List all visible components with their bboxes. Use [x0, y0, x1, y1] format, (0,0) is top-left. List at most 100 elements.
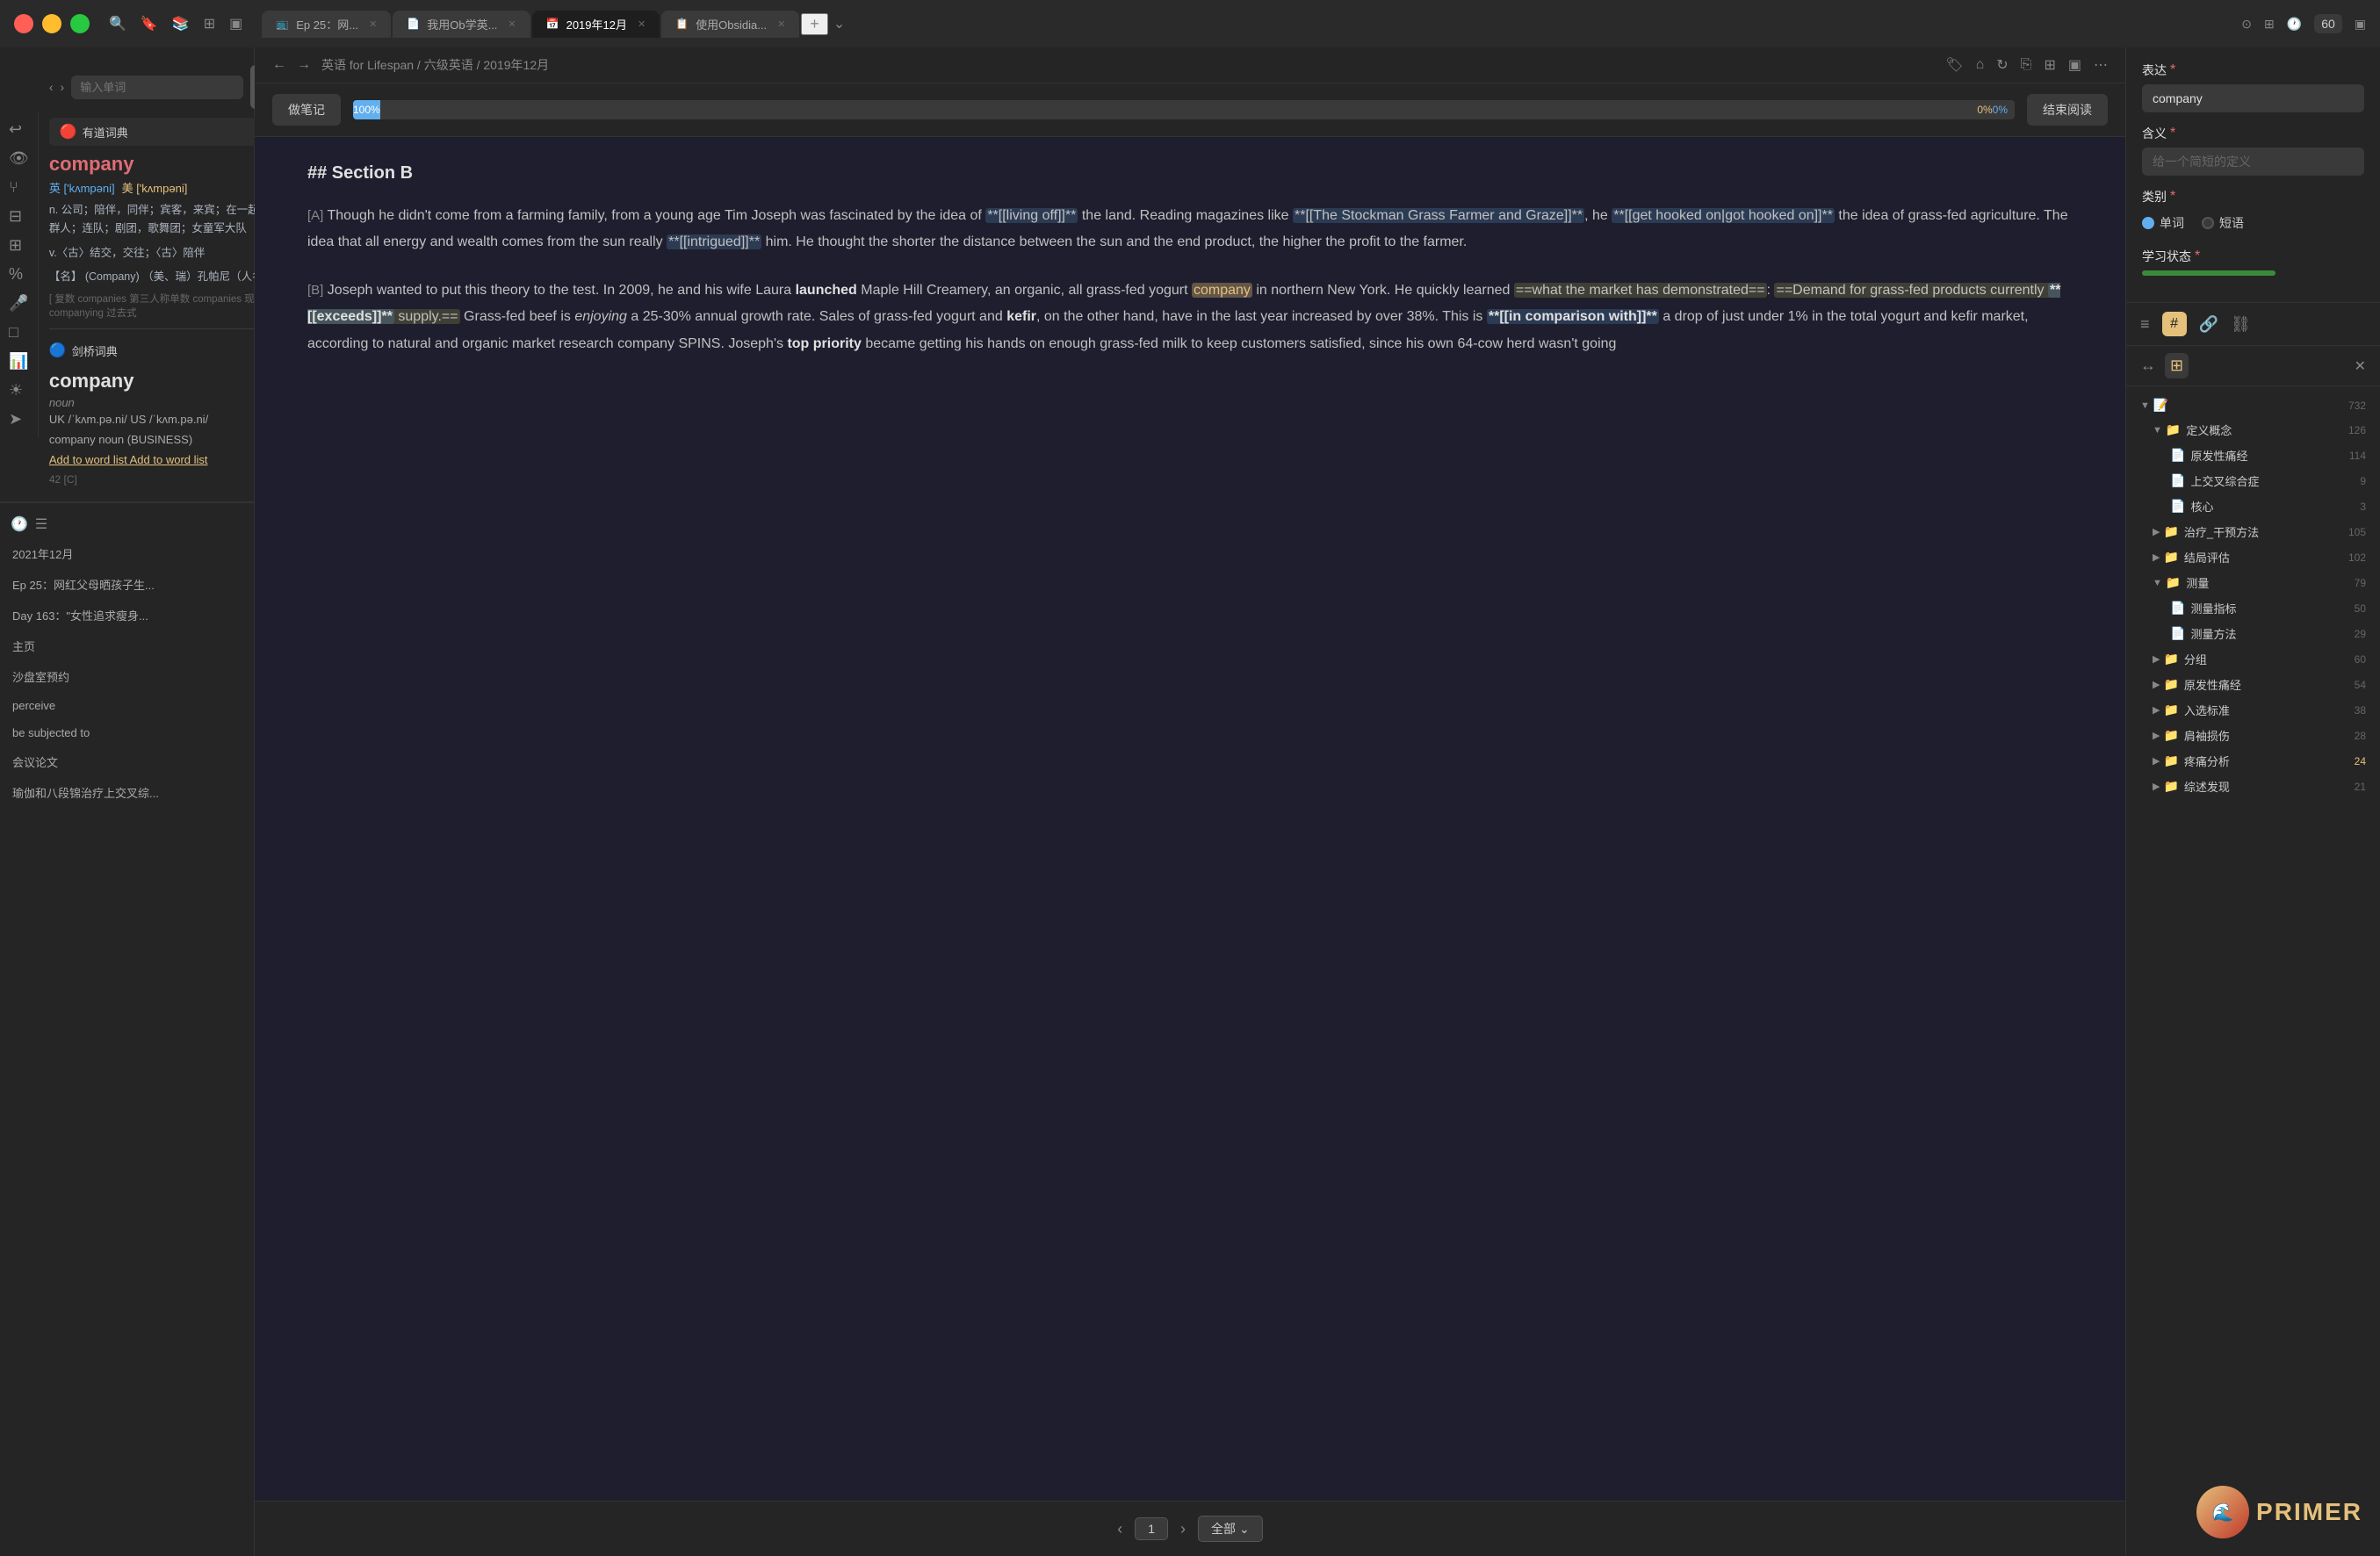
tab-dropdown[interactable]: ⌄	[833, 15, 845, 32]
meaning-input[interactable]	[2142, 148, 2364, 176]
expression-input[interactable]	[2142, 84, 2364, 112]
tree-item-3[interactable]: 📄 核心 3	[2126, 493, 2380, 519]
history-item-3[interactable]: 主页	[0, 630, 254, 661]
tab-4-close[interactable]: ✕	[777, 18, 785, 30]
dict-prev-btn[interactable]: ‹	[49, 80, 54, 94]
tree-root[interactable]: ▼ 📝 732	[2126, 393, 2380, 417]
tree-item-9[interactable]: ▶ 📁 分组 60	[2126, 646, 2380, 672]
history-item-0[interactable]: 2021年12月	[0, 538, 254, 569]
nav-back-btn[interactable]: ←	[272, 57, 286, 73]
history-item-1[interactable]: Ep 25：网红父母晒孩子生...	[0, 569, 254, 600]
tab-1-close[interactable]: ✕	[369, 18, 377, 30]
more-nav-icon[interactable]: ⋯	[2094, 56, 2108, 74]
circle-icon[interactable]: ⊙	[2241, 17, 2252, 32]
end-reading-button[interactable]: 结束阅读	[2027, 94, 2108, 126]
panel-icon[interactable]: ▣	[229, 15, 242, 32]
history-item-4[interactable]: 沙盘室预约	[0, 661, 254, 692]
tag-tab-active[interactable]: #	[2162, 312, 2187, 336]
percent-icon[interactable]: %	[9, 265, 29, 284]
tree-item-6[interactable]: ▼ 📁 测量 79	[2126, 570, 2380, 595]
tree-item-7[interactable]: 📄 测量指标 50	[2126, 595, 2380, 621]
tree-item-8[interactable]: 📄 测量方法 29	[2126, 621, 2380, 646]
new-tab-button[interactable]: +	[801, 13, 828, 35]
table-icon[interactable]: ⊟	[9, 207, 29, 226]
clock-tab-icon[interactable]: 🕐	[11, 515, 28, 533]
list-tab-icon[interactable]: ☰	[35, 515, 47, 533]
indent-icon[interactable]: ↔	[2140, 357, 2156, 375]
tree-item-14[interactable]: ▶ 📁 综述发现 21	[2126, 774, 2380, 799]
tag-nav-icon[interactable]: 🏷	[1945, 56, 1963, 74]
item-9-label: 分组	[2184, 651, 2340, 667]
note-button[interactable]: 做笔记	[272, 94, 341, 126]
right-sidebar: 表达 * 含义 * 类别 *	[2125, 47, 2380, 1556]
tab-4[interactable]: 📋 使用Obsidia... ✕	[661, 11, 799, 38]
tree-item-10[interactable]: ▶ 📁 原发性痛经 54	[2126, 672, 2380, 697]
close-panel-btn[interactable]: ✕	[2355, 357, 2366, 375]
nav-forward-btn[interactable]: →	[297, 57, 311, 73]
tree-item-11[interactable]: ▶ 📁 入选标准 38	[2126, 697, 2380, 723]
fork-icon[interactable]: ⑂	[9, 178, 29, 197]
chart-icon[interactable]: 📊	[9, 352, 29, 371]
layout-nav-icon[interactable]: ▣	[2068, 56, 2081, 74]
close-button[interactable]	[14, 14, 33, 33]
square-icon[interactable]: □	[9, 323, 29, 342]
table-view-btn[interactable]: ⊞	[2165, 353, 2189, 378]
dict-cambridge-header[interactable]: 🔵 剑桥词典 ⌄	[49, 338, 286, 363]
item-6-label: 测量	[2186, 574, 2340, 591]
tab-3[interactable]: 📅 2019年12月 ✕	[532, 11, 660, 38]
layout-icon[interactable]: ⊞	[204, 15, 215, 32]
library-icon[interactable]: 📚	[172, 15, 190, 32]
tree-item-2[interactable]: 📄 上交叉综合症 9	[2126, 468, 2380, 493]
link-tab-icon[interactable]: ≡	[2140, 315, 2150, 334]
history-item-8[interactable]: 瑜伽和八段锦治疗上交叉综...	[0, 777, 254, 808]
item-4-count: 105	[2340, 526, 2366, 538]
send-icon[interactable]: ➤	[9, 410, 29, 429]
tree-item-13[interactable]: ▶ 📁 疼痛分析 24	[2126, 748, 2380, 774]
tree-item-0[interactable]: ▼ 📁 定义概念 126	[2126, 417, 2380, 443]
tree-item-12[interactable]: ▶ 📁 肩袖损伤 28	[2126, 723, 2380, 748]
timer-badge[interactable]: 60	[2314, 14, 2342, 33]
tree-item-5[interactable]: ▶ 📁 结局评估 102	[2126, 544, 2380, 570]
eye-icon[interactable]: 👁	[9, 149, 29, 168]
grid-nav-icon[interactable]: ⊞	[2044, 56, 2055, 74]
layout-right-icon[interactable]: ▣	[2355, 17, 2366, 32]
minimize-button[interactable]	[42, 14, 61, 33]
history-item-6[interactable]: be subjected to	[0, 719, 254, 746]
tab-2[interactable]: 📄 我用Ob学英... ✕	[393, 11, 530, 38]
tree-item-4[interactable]: ▶ 📁 治疗_干预方法 105	[2126, 519, 2380, 544]
clock-icon[interactable]: 🕐	[2287, 17, 2302, 32]
dict-source-youdao[interactable]: 🔴 有道词典 ⌄	[49, 118, 286, 146]
tab-3-close[interactable]: ✕	[638, 18, 645, 30]
history-item-5[interactable]: perceive	[0, 692, 254, 719]
page-prev-btn[interactable]: ‹	[1117, 1520, 1122, 1538]
maximize-button[interactable]	[70, 14, 90, 33]
grid-icon[interactable]: ⊞	[2264, 17, 2275, 32]
bookmark-icon[interactable]: 🔖	[141, 15, 158, 32]
highlight-company: company	[1192, 283, 1252, 298]
copy-nav-icon[interactable]: ⎘	[2021, 57, 2032, 73]
tab-1[interactable]: 📺 Ep 25：网... ✕	[262, 11, 391, 38]
dict-search-input[interactable]	[71, 76, 243, 99]
refresh-nav-icon[interactable]: ↻	[1996, 56, 2008, 74]
tree-item-1[interactable]: 📄 原发性痛经 114	[2126, 443, 2380, 468]
sun-icon[interactable]: ☀	[9, 381, 29, 400]
page-next-btn[interactable]: ›	[1180, 1520, 1186, 1538]
chain2-tab-icon[interactable]: ⛓	[2231, 315, 2251, 334]
tree-panel: ▼ 📝 732 ▼ 📁 定义概念 126 📄 原发性痛经 114 📄 上交叉综合…	[2126, 386, 2380, 1556]
tab-2-close[interactable]: ✕	[508, 18, 516, 30]
chain-tab-icon[interactable]: 🔗	[2199, 315, 2218, 334]
search-icon[interactable]: 🔍	[109, 15, 126, 32]
mic-icon[interactable]: 🎤	[9, 294, 29, 313]
grid2-icon[interactable]: ⊞	[9, 236, 29, 255]
dict-next-btn[interactable]: ›	[61, 80, 65, 94]
radio-phrase[interactable]: 短语	[2202, 214, 2244, 232]
page-all-button[interactable]: 全部 ⌄	[1198, 1516, 1263, 1542]
item-10-label: 原发性痛经	[2184, 676, 2340, 693]
radio-word[interactable]: 单词	[2142, 214, 2184, 232]
history-item-2[interactable]: Day 163："女性追求瘦身...	[0, 600, 254, 630]
back-icon[interactable]: ↩	[9, 120, 29, 139]
history-item-7[interactable]: 会议论文	[0, 746, 254, 777]
home-nav-icon[interactable]: ⌂	[1976, 57, 1985, 73]
expression-required: *	[2170, 62, 2175, 78]
add-word-link[interactable]: Add to word list Add to word list	[49, 453, 286, 466]
